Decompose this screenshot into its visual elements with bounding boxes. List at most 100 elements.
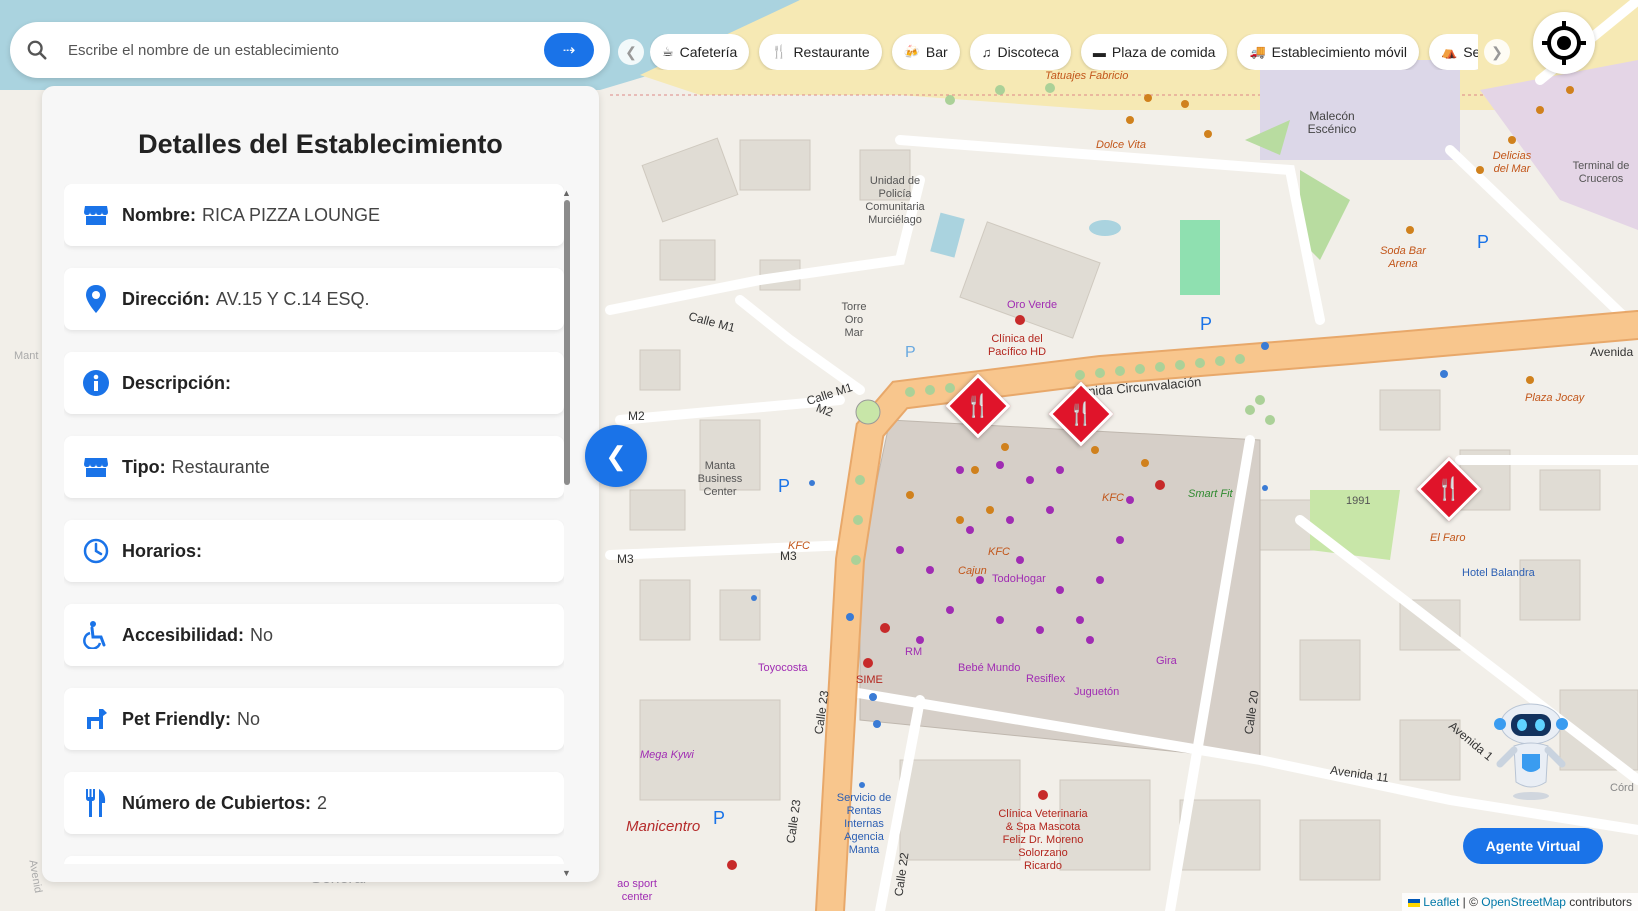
- map-label-kfc-1: KFC: [1102, 492, 1124, 504]
- collapse-panel-button[interactable]: ❮: [585, 425, 647, 487]
- music-icon: ♫: [981, 44, 992, 60]
- scrollbar-thumb[interactable]: [564, 200, 570, 485]
- virtual-agent-button[interactable]: Agente Virtual: [1463, 828, 1603, 864]
- locate-me-button[interactable]: [1533, 12, 1595, 74]
- leaflet-link[interactable]: Leaflet: [1423, 895, 1459, 909]
- svg-text:P: P: [1200, 314, 1212, 334]
- directions-icon: ⇢: [562, 42, 576, 59]
- detail-accessibility-label: Accesibilidad:: [122, 624, 245, 645]
- detail-covers-label: Número de Cubiertos:: [122, 792, 312, 813]
- detail-next: [64, 856, 564, 864]
- detail-accessibility: Accesibilidad: No: [64, 604, 564, 666]
- map-label-todohogar: TodoHogar: [992, 573, 1046, 585]
- detail-covers-value: 2: [317, 792, 328, 813]
- map-label-mega-kywi: Mega Kywi: [640, 749, 694, 761]
- robot-assistant-icon[interactable]: [1486, 702, 1576, 802]
- category-label: Cafetería: [679, 44, 738, 60]
- category-chip-discoteca[interactable]: ♫ Discoteca: [969, 34, 1071, 70]
- detail-name-value: RICA PIZZA LOUNGE: [202, 204, 381, 225]
- info-icon: [82, 369, 110, 397]
- flag-icon: [1407, 898, 1420, 907]
- map-label-manta: Mant: [14, 350, 39, 362]
- details-list[interactable]: Nombre: RICA PIZZA LOUNGE Dirección: AV.…: [64, 184, 564, 864]
- cutlery-icon: 🍴: [1067, 401, 1095, 426]
- map-label-1991: 1991: [1346, 495, 1371, 507]
- map-label-cordova: Córd: [1610, 782, 1634, 794]
- truck-icon: 🚚: [1249, 44, 1266, 59]
- map-label-bebe-mundo: Bebé Mundo: [958, 662, 1021, 674]
- osm-link[interactable]: OpenStreetMap: [1481, 895, 1566, 909]
- svg-text:P: P: [1477, 232, 1489, 252]
- category-chip-cafeteria[interactable]: ☕ Cafetería: [650, 34, 750, 70]
- location-pin-icon: [82, 285, 110, 313]
- scroll-up-icon[interactable]: ▲: [562, 188, 571, 198]
- map-label-manicentro: Manicentro: [626, 818, 701, 835]
- category-filter-bar: ❮ ☕ Cafetería 🍴 Restaurante 🍻 Bar ♫ Discotec…: [618, 33, 1510, 71]
- map-attribution: Leaflet | © OpenStreetMap contributors: [1401, 893, 1638, 911]
- map-label-upc: Unidad de Policía Comunitaria Murciélago: [865, 175, 925, 226]
- category-chip-movil[interactable]: 🚚 Establecimiento móvil: [1237, 34, 1420, 70]
- map-label-plaza-jocay: Plaza Jocay: [1525, 392, 1585, 404]
- category-label: Plaza de comida: [1111, 44, 1216, 60]
- detail-type: Tipo: Restaurante: [64, 436, 564, 498]
- details-title: Detalles del Establecimiento: [138, 129, 503, 159]
- category-chips: ☕ Cafetería 🍴 Restaurante 🍻 Bar ♫ Discoteca …: [650, 34, 1478, 70]
- category-chip-restaurante[interactable]: 🍴 Restaurante: [759, 34, 882, 70]
- beer-icon: 🍻: [903, 44, 920, 59]
- detail-type-value: Restaurante: [171, 456, 270, 477]
- attribution-separator: | ©: [1459, 895, 1482, 909]
- coffee-icon: ☕: [662, 44, 674, 59]
- map-label-malecon: Malecón Escénico: [1307, 109, 1357, 136]
- map-label-kfc-3: KFC: [788, 540, 810, 552]
- category-label: Bar: [925, 44, 948, 60]
- details-scrollbar[interactable]: ▲ ▼: [562, 188, 571, 878]
- map-label-manta-business: Manta Business Center: [697, 460, 743, 498]
- food-court-icon: ▬: [1092, 44, 1106, 60]
- map-label-oro-verde: Oro Verde: [1007, 299, 1058, 311]
- search-input[interactable]: [68, 41, 544, 59]
- category-chip-plaza-comida[interactable]: ▬ Plaza de comida: [1080, 34, 1228, 70]
- map-label-sport-center: ao sport center: [617, 878, 657, 903]
- store-icon: [82, 453, 110, 481]
- map-label-resiflex: Resiflex: [1026, 673, 1066, 685]
- detail-name-label: Nombre:: [122, 204, 197, 225]
- dog-icon: [82, 705, 110, 733]
- cutlery-icon: 🍴: [1435, 476, 1463, 501]
- map-label-clinica-veterinaria: Clínica Veterinaria & Spa Mascota Feliz …: [998, 808, 1088, 872]
- detail-type-label: Tipo:: [122, 456, 166, 477]
- map-label-avenida: Avenida: [1590, 345, 1634, 359]
- map-label-toyocosta: Toyocosta: [758, 662, 808, 674]
- map-label-smart-fit: Smart Fit: [1188, 488, 1233, 500]
- detail-description-label: Descripción:: [122, 372, 232, 393]
- map-label-torre: Torre Oro Mar: [841, 301, 867, 339]
- svg-text:P: P: [713, 808, 725, 828]
- detail-schedule-label: Horarios:: [122, 540, 203, 561]
- category-scroll-left-button[interactable]: ❮: [618, 39, 644, 65]
- category-chip-bar[interactable]: 🍻 Bar: [891, 34, 960, 70]
- detail-schedule: Horarios:: [64, 520, 564, 582]
- map-label-cajun: Cajun: [958, 565, 987, 577]
- category-label: Se: [1463, 44, 1478, 60]
- scroll-down-icon[interactable]: ▼: [562, 868, 571, 878]
- directions-button[interactable]: ⇢: [544, 33, 594, 67]
- wheelchair-icon: [82, 621, 110, 649]
- map-label-tatuajes: Tatuajes Fabricio: [1045, 70, 1129, 82]
- category-label: Establecimiento móvil: [1271, 44, 1408, 60]
- map-label-sri: Servicio de Rentas Internas Agencia Mant…: [836, 792, 892, 856]
- detail-covers: Número de Cubiertos: 2: [64, 772, 564, 834]
- category-chip-partial[interactable]: ⛺ Se: [1429, 34, 1478, 70]
- category-scroll-right-button[interactable]: ❯: [1484, 39, 1510, 65]
- attribution-suffix: contributors: [1565, 895, 1632, 909]
- search-icon: [27, 40, 47, 60]
- map-label-el-faro: El Faro: [1430, 532, 1466, 544]
- map-label-clinica-pacifico: Clínica del Pacífico HD: [987, 333, 1047, 358]
- category-label: Discoteca: [997, 44, 1059, 60]
- tent-icon: ⛺: [1441, 44, 1458, 59]
- detail-description: Descripción:: [64, 352, 564, 414]
- details-panel: Detalles del Establecimiento Nombre: RIC…: [42, 86, 599, 882]
- map-label-soda-bar: Soda Bar Arena: [1380, 245, 1426, 270]
- detail-pet-friendly: Pet Friendly: No: [64, 688, 564, 750]
- map-label-m2: M2: [628, 409, 645, 423]
- map-label-hotel-balandra: Hotel Balandra: [1462, 567, 1535, 579]
- detail-pet-friendly-label: Pet Friendly:: [122, 708, 232, 729]
